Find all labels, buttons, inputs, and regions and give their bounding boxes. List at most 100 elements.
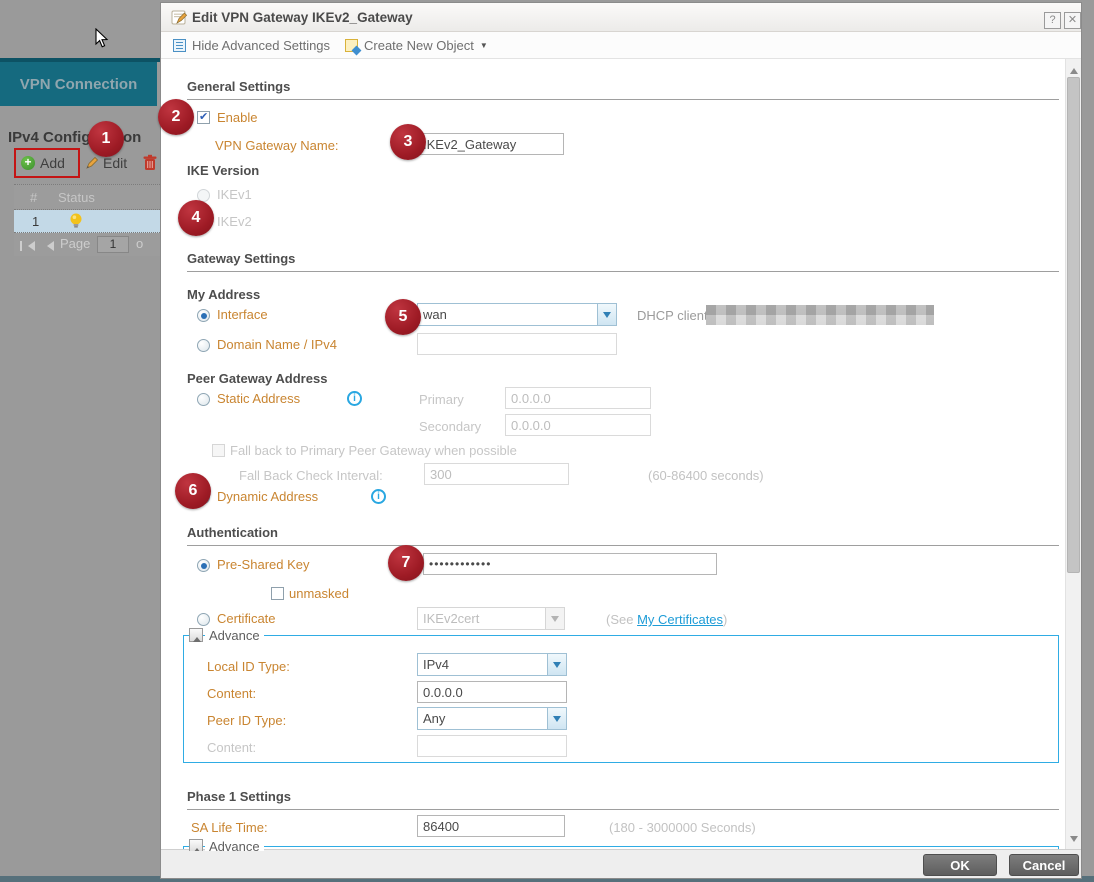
- scrollbar-thumb[interactable]: [1067, 77, 1080, 573]
- advance-legend-2: Advance: [205, 839, 264, 851]
- primary-input[interactable]: [505, 387, 651, 409]
- page-input[interactable]: 1: [97, 236, 129, 253]
- ok-button[interactable]: OK: [923, 854, 997, 876]
- ikev2-label: IKEv2: [217, 214, 252, 229]
- dropdown-arrow-icon: [547, 654, 566, 675]
- create-new-object-icon: [345, 39, 358, 52]
- dropdown-arrow-icon: [545, 608, 564, 629]
- dropdown-arrow-icon: [547, 708, 566, 729]
- add-button[interactable]: + Add: [14, 148, 80, 178]
- censored-ip-mosaic: [706, 305, 934, 325]
- my-certificates-link[interactable]: My Certificates: [637, 612, 723, 627]
- annotation-step-5: 5: [385, 299, 421, 335]
- annotation-step-3: 3: [390, 124, 426, 160]
- dialog-footer: OK Cancel: [161, 849, 1081, 878]
- dialog-titlebar: Edit VPN Gateway IKEv2_Gateway ? ✕: [161, 3, 1081, 32]
- advance-fieldset: [183, 635, 1059, 763]
- my-address-heading: My Address: [187, 287, 260, 302]
- divider: [187, 809, 1059, 810]
- peer-gateway-address-heading: Peer Gateway Address: [187, 371, 327, 386]
- first-page-icon[interactable]: [20, 239, 35, 254]
- scroll-up-icon[interactable]: [1070, 64, 1078, 74]
- ike-version-heading: IKE Version: [187, 163, 259, 178]
- fallback-interval-input[interactable]: [424, 463, 569, 485]
- interface-radio[interactable]: [197, 309, 210, 322]
- edit-pencil-icon: [85, 155, 100, 170]
- static-address-info-icon[interactable]: [347, 391, 362, 406]
- prev-page-icon[interactable]: [42, 239, 54, 254]
- table-row[interactable]: 1: [14, 210, 162, 233]
- local-id-type-value: IPv4: [423, 657, 449, 672]
- advanced-settings-icon: [173, 39, 186, 52]
- static-address-label: Static Address: [217, 391, 300, 406]
- divider: [187, 271, 1059, 272]
- tab-vpn-connection[interactable]: VPN Connection: [0, 62, 157, 106]
- annotation-step-4: 4: [178, 200, 214, 236]
- create-new-object-button[interactable]: Create New Object ▼: [345, 32, 488, 59]
- secondary-input[interactable]: [505, 414, 651, 436]
- interface-label: Interface: [217, 307, 268, 322]
- collapse-advance-button-2[interactable]: [189, 839, 203, 851]
- mouse-cursor: [95, 28, 109, 49]
- domain-name-radio[interactable]: [197, 339, 210, 352]
- peer-id-type-value: Any: [423, 711, 445, 726]
- close-button[interactable]: ✕: [1064, 12, 1081, 29]
- local-id-type-select[interactable]: IPv4: [417, 653, 567, 676]
- status-lightbulb-icon: [68, 212, 84, 230]
- sa-life-time-hint: (180 - 3000000 Seconds): [609, 820, 756, 835]
- hide-advanced-settings-label: Hide Advanced Settings: [192, 38, 330, 53]
- help-button[interactable]: ?: [1044, 12, 1061, 29]
- dynamic-address-info-icon[interactable]: [371, 489, 386, 504]
- edit-dialog-icon: [171, 9, 188, 26]
- add-plus-icon: +: [21, 156, 35, 170]
- local-content-input[interactable]: [417, 681, 567, 703]
- dialog-scrollbar[interactable]: [1065, 59, 1081, 851]
- table-header: # Status: [14, 184, 162, 210]
- chevron-down-icon: ▼: [480, 41, 488, 50]
- pre-shared-key-radio[interactable]: [197, 559, 210, 572]
- ikev1-label: IKEv1: [217, 187, 252, 202]
- page-suffix: o: [136, 236, 143, 251]
- sa-life-time-input[interactable]: [417, 815, 565, 837]
- general-settings-heading: General Settings: [187, 79, 290, 94]
- peer-content-label: Content:: [207, 740, 256, 755]
- remove-trash-icon[interactable]: [142, 154, 158, 171]
- dropdown-arrow-icon: [597, 304, 616, 325]
- certificate-select[interactable]: IKEv2cert: [417, 607, 565, 630]
- peer-id-type-select[interactable]: Any: [417, 707, 567, 730]
- col-header-number: #: [30, 190, 37, 205]
- unmasked-label: unmasked: [289, 586, 349, 601]
- edit-button[interactable]: Edit: [103, 155, 127, 171]
- annotation-step-1: 1: [88, 121, 124, 157]
- pre-shared-key-label: Pre-Shared Key: [217, 557, 310, 572]
- vpn-gateway-name-input[interactable]: [417, 133, 564, 155]
- local-id-type-label: Local ID Type:: [207, 659, 290, 674]
- unmasked-checkbox[interactable]: [271, 587, 284, 600]
- pre-shared-key-input[interactable]: [423, 553, 717, 575]
- authentication-heading: Authentication: [187, 525, 278, 540]
- scroll-down-icon[interactable]: [1070, 836, 1078, 846]
- advance-legend: Advance: [205, 628, 264, 643]
- divider: [187, 99, 1059, 100]
- page-label: Page: [60, 236, 90, 251]
- certificate-hint: (See My Certificates): [606, 612, 727, 627]
- domain-name-input[interactable]: [417, 333, 617, 355]
- enable-checkbox[interactable]: [197, 111, 210, 124]
- peer-content-input[interactable]: [417, 735, 567, 757]
- cancel-button[interactable]: Cancel: [1009, 854, 1079, 876]
- hide-advanced-settings-button[interactable]: Hide Advanced Settings: [173, 32, 330, 59]
- add-button-label: Add: [40, 155, 65, 171]
- create-new-object-label: Create New Object: [364, 38, 474, 53]
- divider: [187, 545, 1059, 546]
- fallback-checkbox[interactable]: [212, 444, 225, 457]
- annotation-step-7: 7: [388, 545, 424, 581]
- collapse-advance-button[interactable]: [189, 628, 203, 642]
- col-header-status: Status: [58, 190, 95, 205]
- certificate-radio[interactable]: [197, 613, 210, 626]
- certificate-label: Certificate: [217, 611, 276, 626]
- static-address-radio[interactable]: [197, 393, 210, 406]
- interface-select[interactable]: wan: [417, 303, 617, 326]
- interface-select-value: wan: [423, 307, 447, 322]
- primary-label: Primary: [419, 392, 464, 407]
- dialog-content: General Settings Enable VPN Gateway Name…: [161, 59, 1081, 851]
